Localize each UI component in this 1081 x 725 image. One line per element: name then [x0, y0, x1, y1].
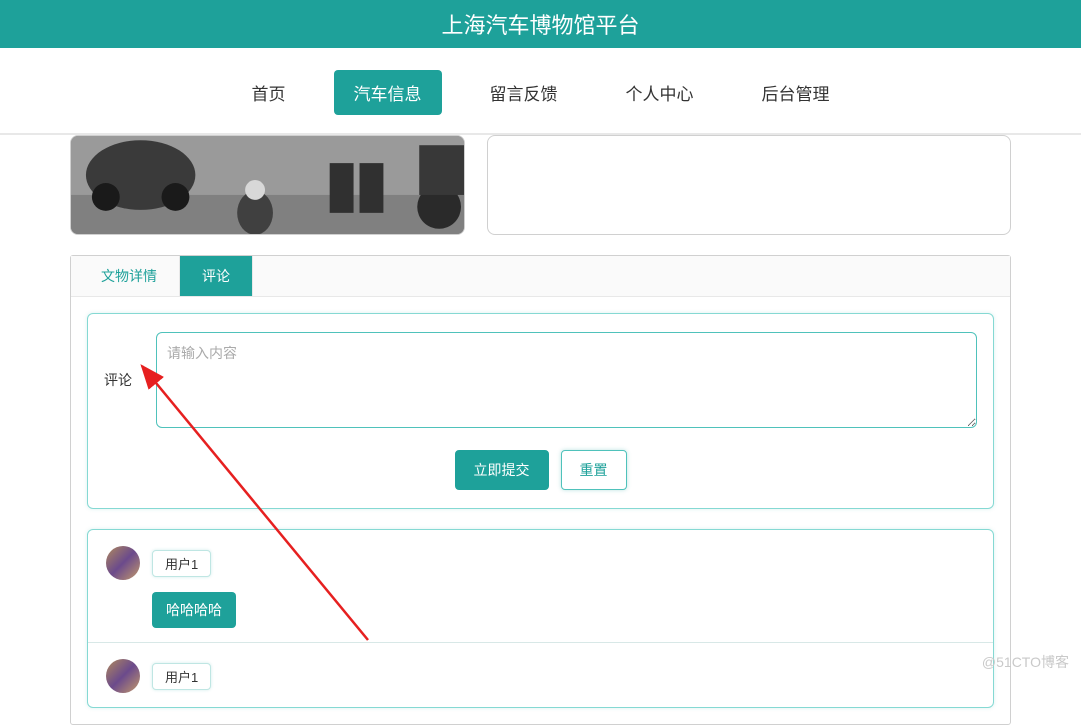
reset-button[interactable]: 重置	[561, 450, 627, 490]
avatar	[106, 659, 140, 693]
comment-form: 评论 立即提交 重置	[87, 313, 994, 509]
tab-detail[interactable]: 文物详情	[79, 256, 180, 296]
header-title: 上海汽车博物馆平台	[0, 0, 1081, 48]
comment-header: 用户1	[106, 546, 975, 580]
submit-button[interactable]: 立即提交	[455, 450, 549, 490]
artifact-info-panel	[487, 135, 1011, 235]
watermark: @51CTO博客	[982, 652, 1069, 672]
artifact-photo	[70, 135, 465, 235]
nav-profile[interactable]: 个人中心	[606, 70, 714, 115]
nav-admin[interactable]: 后台管理	[742, 70, 850, 115]
tab-content: 评论 立即提交 重置 用户1 哈哈哈哈	[71, 297, 1010, 724]
detail-panel: 文物详情 评论 评论 立即提交 重置 用户1	[70, 255, 1011, 725]
tab-bar: 文物详情 评论	[71, 256, 1010, 297]
comment-text: 哈哈哈哈	[152, 592, 236, 628]
nav-home[interactable]: 首页	[232, 70, 306, 115]
comment-item: 用户1 哈哈哈哈	[88, 530, 993, 643]
tab-comments[interactable]: 评论	[180, 256, 253, 296]
comment-textarea[interactable]	[156, 332, 977, 428]
content-area: 文物详情 评论 评论 立即提交 重置 用户1	[0, 135, 1081, 725]
comment-body: 哈哈哈哈	[152, 592, 975, 628]
form-buttons: 立即提交 重置	[104, 450, 977, 490]
main-nav: 首页 汽车信息 留言反馈 个人中心 后台管理	[0, 48, 1081, 135]
nav-feedback[interactable]: 留言反馈	[470, 70, 578, 115]
comment-label: 评论	[104, 370, 144, 390]
avatar	[106, 546, 140, 580]
nav-car-info[interactable]: 汽车信息	[334, 70, 442, 115]
comment-item: 用户1	[88, 643, 993, 707]
username-badge: 用户1	[152, 663, 211, 690]
comment-input-row: 评论	[104, 332, 977, 428]
username-badge: 用户1	[152, 550, 211, 577]
comment-header: 用户1	[106, 659, 975, 693]
comment-list: 用户1 哈哈哈哈 用户1	[87, 529, 994, 708]
detail-row	[70, 135, 1011, 245]
